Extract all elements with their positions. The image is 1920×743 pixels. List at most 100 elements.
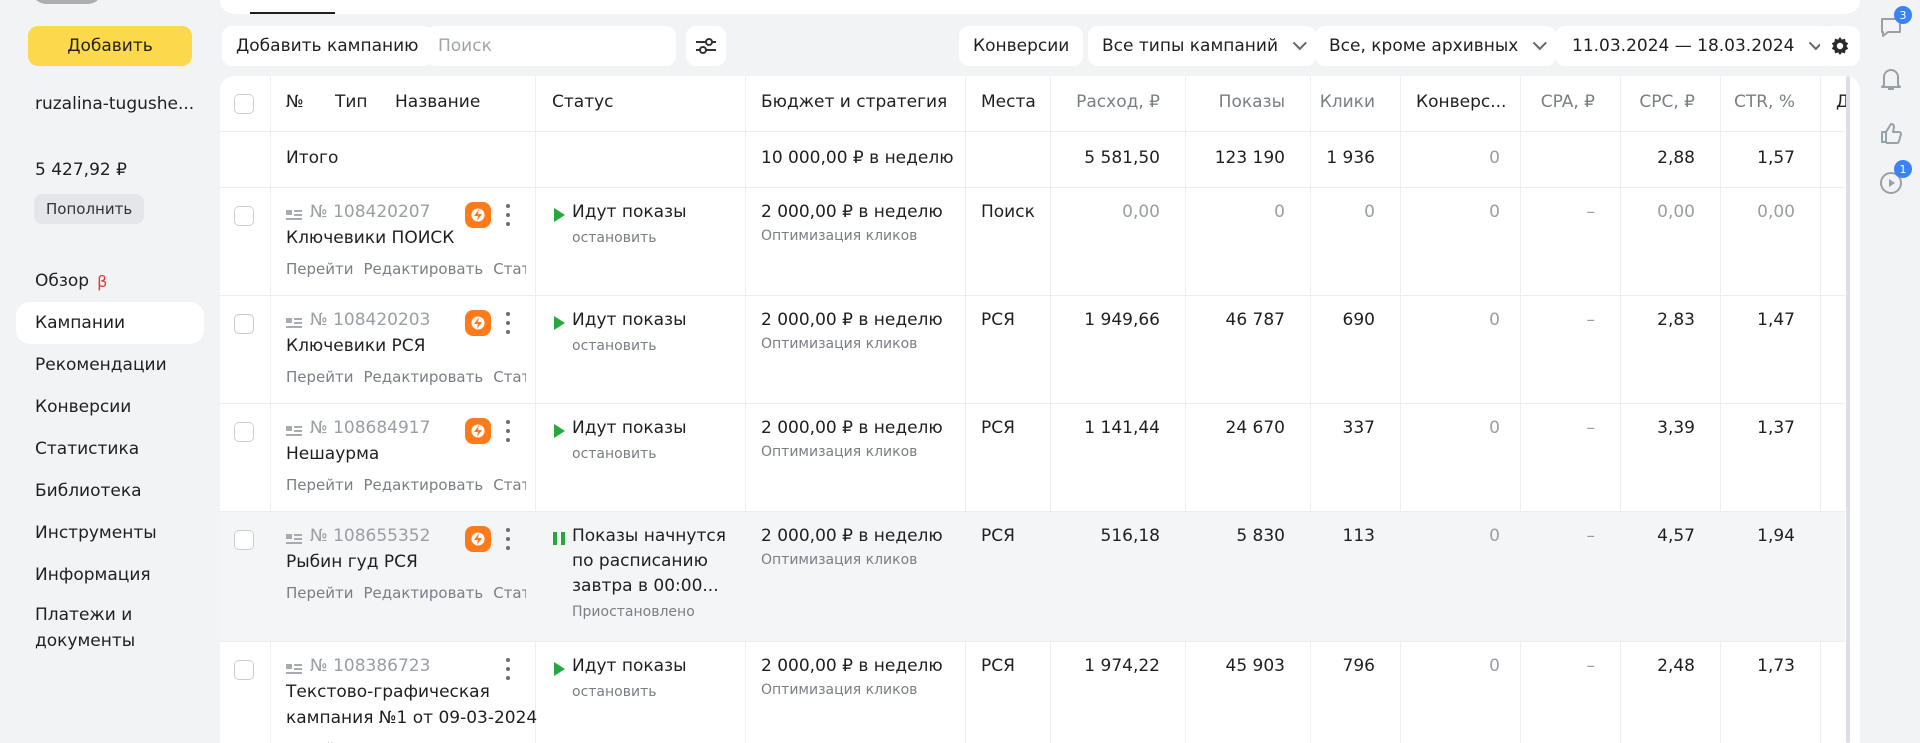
header-spend[interactable]: Расход, ₽	[1076, 92, 1160, 112]
row-checkbox[interactable]	[234, 422, 254, 442]
header-cpa[interactable]: CPA, ₽	[1541, 92, 1595, 112]
conversions-button[interactable]: Конверсии	[959, 26, 1084, 66]
budget-value: 2 000,00 ₽ в неделю	[761, 310, 943, 330]
sidebar-item-conversions[interactable]: Конверсии	[16, 386, 204, 428]
header-cpc[interactable]: CPC, ₽	[1639, 92, 1695, 112]
campaign-types-value: Все типы кампаний	[1102, 36, 1279, 56]
row-checkbox[interactable]	[234, 660, 254, 680]
archive-filter-select[interactable]: Все, кроме архивных	[1315, 26, 1557, 66]
play-status-icon	[554, 424, 565, 438]
header-ctr[interactable]: CTR, %	[1734, 92, 1795, 112]
play-status-icon	[554, 662, 565, 676]
add-campaign-button[interactable]: Добавить кампанию	[222, 26, 433, 66]
sidebar: Добавить ruzalina-tugushe... 5 427,92 ₽ …	[0, 0, 220, 743]
archive-filter-value: Все, кроме архивных	[1329, 36, 1519, 56]
header-name[interactable]: Название	[395, 92, 480, 112]
campaign-name[interactable]: Ключевики РСЯ	[286, 336, 425, 356]
add-button[interactable]: Добавить	[28, 26, 192, 66]
status-text: Показы начнутся	[572, 526, 726, 546]
action-link[interactable]: Статистика	[493, 476, 526, 494]
action-link[interactable]: Редактировать	[364, 368, 484, 386]
sidebar-item-payments[interactable]: Платежи и документы	[16, 596, 204, 652]
lightning-icon	[471, 208, 485, 222]
sidebar-item-overview[interactable]: Обзор β	[16, 260, 204, 302]
places-value: РСЯ	[981, 656, 1015, 676]
sidebar-item-campaigns[interactable]: Кампании	[16, 302, 204, 344]
action-link[interactable]: Статистика	[493, 584, 526, 602]
lightning-icon	[471, 424, 485, 438]
stop-link[interactable]: остановить	[572, 338, 656, 354]
action-link[interactable]: Статистика	[493, 368, 526, 386]
total-impressions: 123 190	[1214, 148, 1285, 168]
campaign-name[interactable]: Рыбин гуд РСЯ	[286, 552, 418, 572]
ctr-value: 1,94	[1757, 526, 1795, 546]
campaign-name[interactable]: кампания №1 от 09-03-2024	[286, 708, 537, 728]
action-link[interactable]: Перейти	[286, 584, 354, 602]
table-settings-button[interactable]	[1820, 26, 1860, 66]
date-range-select[interactable]: 11.03.2024 — 18.03.2024	[1555, 26, 1833, 66]
topup-button[interactable]: Пополнить	[34, 194, 145, 224]
stop-link[interactable]: остановить	[572, 230, 656, 246]
sidebar-item-info[interactable]: Информация	[16, 554, 204, 596]
header-type[interactable]: Тип	[335, 92, 368, 112]
account-name[interactable]: ruzalina-tugushe...	[35, 94, 194, 114]
campaign-name[interactable]: Текстово-графическая	[286, 682, 490, 702]
sidebar-item-tools[interactable]: Инструменты	[16, 512, 204, 554]
action-link[interactable]: Статистика	[493, 260, 526, 278]
header-impressions[interactable]: Показы	[1219, 92, 1285, 112]
auto-strategy-badge[interactable]	[465, 202, 491, 228]
header-places[interactable]: Места	[981, 92, 1036, 112]
sidebar-item-recommendations[interactable]: Рекомендации	[16, 344, 204, 386]
stop-link[interactable]: остановить	[572, 446, 656, 462]
action-link[interactable]: Перейти	[286, 260, 354, 278]
action-link[interactable]: Перейти	[286, 368, 354, 386]
campaign-name[interactable]: Ключевики ПОИСК	[286, 228, 454, 248]
sidebar-item-label: Платежи и документы	[35, 605, 136, 651]
sidebar-item-statistics[interactable]: Статистика	[16, 428, 204, 470]
row-checkbox[interactable]	[234, 206, 254, 226]
more-actions-button[interactable]	[505, 420, 511, 442]
sidebar-nav: Обзор β Кампании Рекомендации Конверсии …	[16, 260, 204, 652]
action-link[interactable]: Редактировать	[364, 260, 484, 278]
cpc-value: 3,39	[1657, 418, 1695, 438]
header-status[interactable]: Статус	[552, 92, 614, 112]
impressions-value: 0	[1274, 202, 1285, 222]
filter-settings-button[interactable]	[686, 26, 726, 66]
row-checkbox[interactable]	[234, 530, 254, 550]
clicks-value: 113	[1342, 526, 1375, 546]
more-actions-button[interactable]	[505, 658, 511, 680]
more-actions-button[interactable]	[505, 528, 511, 550]
feedback-button[interactable]	[1876, 118, 1906, 148]
clicks-value: 0	[1364, 202, 1375, 222]
chevron-down-icon	[1533, 36, 1548, 51]
campaign-name[interactable]: Нешаурма	[286, 444, 379, 464]
auto-strategy-badge[interactable]	[465, 418, 491, 444]
notifications-button[interactable]	[1876, 64, 1906, 94]
campaign-actions: Перейти Редактировать Статистика	[286, 584, 526, 602]
campaign-types-select[interactable]: Все типы кампаний	[1088, 26, 1317, 66]
auto-strategy-badge[interactable]	[465, 526, 491, 552]
action-link[interactable]: Редактировать	[364, 584, 484, 602]
cpa-value: –	[1586, 526, 1596, 546]
table-scrollbar[interactable]	[1846, 76, 1850, 743]
more-actions-button[interactable]	[505, 204, 511, 226]
video-button[interactable]: 1	[1876, 160, 1912, 198]
cpc-value: 0,00	[1657, 202, 1695, 222]
header-num[interactable]: №	[286, 92, 304, 112]
action-link[interactable]: Редактировать	[364, 476, 484, 494]
action-link[interactable]: Перейти	[286, 476, 354, 494]
select-all-checkbox[interactable]	[234, 94, 254, 114]
chat-button[interactable]: 3	[1876, 6, 1912, 42]
impressions-value: 24 670	[1225, 418, 1285, 438]
header-clicks[interactable]: Клики	[1320, 92, 1375, 112]
auto-strategy-badge[interactable]	[465, 310, 491, 336]
strategy-value: Оптимизация кликов	[761, 336, 918, 352]
stop-link[interactable]: остановить	[572, 684, 656, 700]
sidebar-item-library[interactable]: Библиотека	[16, 470, 204, 512]
header-budget[interactable]: Бюджет и стратегия	[761, 92, 947, 112]
row-checkbox[interactable]	[234, 314, 254, 334]
search-input[interactable]: Поиск	[426, 26, 676, 66]
header-conversions[interactable]: Конверс...	[1416, 92, 1506, 112]
table-header: № Тип Название Статус Бюджет и стратегия…	[220, 76, 1849, 132]
more-actions-button[interactable]	[505, 312, 511, 334]
